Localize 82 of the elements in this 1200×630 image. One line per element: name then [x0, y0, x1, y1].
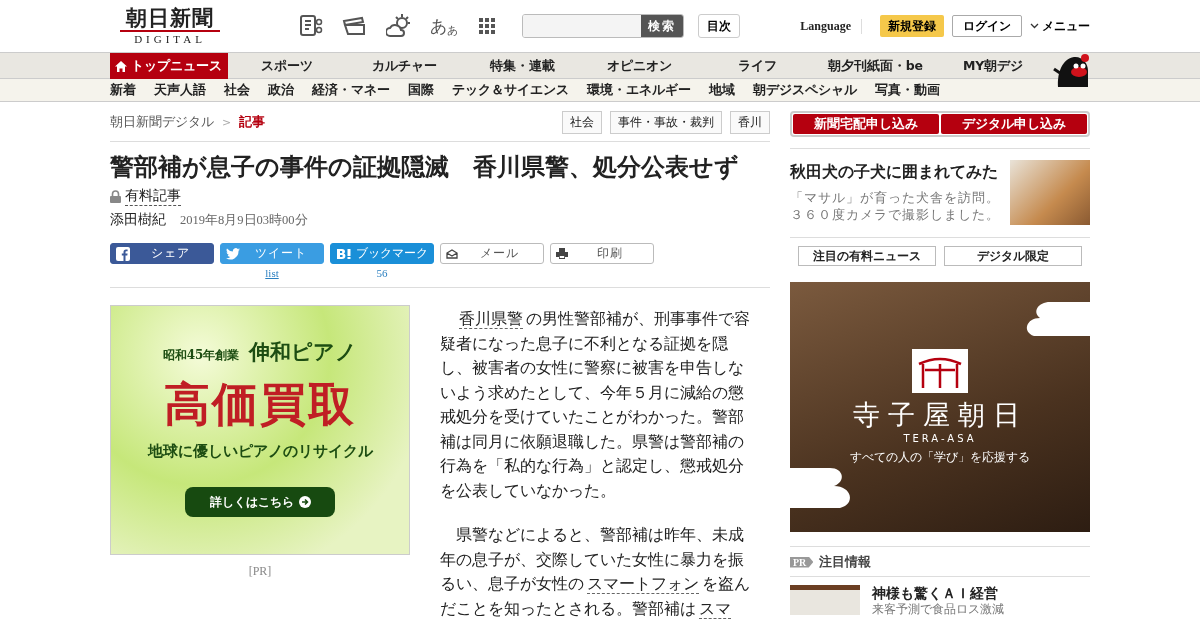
nav-link[interactable]: 新着: [110, 82, 136, 99]
share-button[interactable]: メール: [440, 243, 544, 264]
menu-button[interactable]: メニュー: [1030, 17, 1090, 35]
topic-tag[interactable]: 香川: [730, 111, 770, 134]
arrow-circle-icon: [298, 496, 311, 508]
ad-headline: 高価買取: [164, 376, 356, 433]
nav-tab[interactable]: ライフ: [698, 53, 817, 79]
nav-link[interactable]: 天声人語: [154, 82, 206, 99]
nav-tab[interactable]: 朝夕刊紙面・be: [816, 53, 935, 79]
share-button[interactable]: ブックマーク: [330, 243, 434, 264]
section-title: 注目情報: [819, 553, 872, 571]
pr-item-description: 来客予測で食品ロス激減: [872, 601, 1004, 617]
ad-headline: 寺子屋朝日: [852, 398, 1028, 432]
sidebar-tab[interactable]: 注目の有料ニュース: [798, 246, 936, 266]
feature-description: 「マサル」が育った犬舎を訪問。３６０度カメラで撮影しました。: [790, 189, 1001, 223]
nav-tab[interactable]: オピニオン: [581, 53, 699, 79]
share-button[interactable]: 印刷: [550, 243, 654, 264]
breadcrumb-link[interactable]: 朝日新聞デジタル: [110, 114, 214, 131]
pr-label: [PR]: [248, 564, 272, 579]
breadcrumb-separator: >: [222, 116, 232, 129]
paid-article-link[interactable]: 有料記事: [125, 187, 181, 206]
breadcrumb-link[interactable]: 記事: [239, 114, 266, 131]
article-paragraph: 香川県警 の男性警部補が、刑事事件で容疑者になった息子に不利となる証拠を隠し、被害者の女性に警察に被害を申告しないよう求めたとして、今年５月に減給の懲戒処分を受けていたことがわかった。警部補は同月に依願退職した。県警は警部補の行為を「私的な行為」と認定し、懲戒処分を公表していなかった。: [440, 308, 752, 502]
language-link[interactable]: Language: [800, 18, 862, 34]
weather-icon[interactable]: [386, 13, 412, 39]
keyword-link[interactable]: スマ: [699, 598, 732, 619]
article-title: 警部補が息子の事件の証拠隠滅 香川県警、処分公表せず: [110, 152, 740, 183]
temple-logo-icon: [911, 348, 969, 394]
nav-link[interactable]: 朝デジスペシャル: [753, 82, 857, 99]
ad-tagline: すべての人の「学び」を応援する: [850, 450, 1030, 465]
nav-link[interactable]: 国際: [408, 82, 434, 99]
nav-tab[interactable]: スポーツ: [227, 53, 346, 79]
ad-tagline: 昭和45年創業: [162, 347, 240, 364]
index-button[interactable]: 目次: [698, 14, 740, 38]
ad-subline: 地球に優しいピアノのリサイクル: [147, 442, 373, 461]
bird-icon: [226, 247, 240, 260]
nav-link[interactable]: 社会: [224, 82, 250, 99]
nav-link[interactable]: 政治: [268, 82, 294, 99]
nav-tab[interactable]: トップニュース: [110, 53, 228, 79]
nav-tab[interactable]: MY朝デジ: [934, 53, 1052, 79]
subscribe-button[interactable]: 新聞宅配申し込み: [793, 114, 939, 134]
nav-tab[interactable]: 特集・連載: [463, 53, 581, 79]
login-button[interactable]: ログイン: [952, 15, 1022, 37]
author-name: 添田樹紀: [110, 211, 166, 229]
pr-badge: PR: [790, 556, 814, 568]
site-logo[interactable]: 朝日新聞 DIGITAL: [110, 6, 230, 46]
topic-tag[interactable]: 社会: [562, 111, 602, 134]
font-size-button[interactable]: ああ: [430, 14, 456, 38]
photo-placeholder: [790, 585, 860, 615]
keyword-link[interactable]: スマートフォン: [587, 574, 700, 594]
clipping-icon[interactable]: [298, 13, 324, 39]
printer-icon: [556, 248, 568, 259]
nav-link[interactable]: 経済・マネー: [312, 82, 390, 99]
chevron-icon: [1030, 23, 1039, 29]
facebook-icon: [116, 246, 130, 261]
search-button[interactable]: 検索: [641, 15, 683, 37]
keyword-link[interactable]: 香川県警: [459, 309, 524, 329]
mascot-icon: [1052, 53, 1090, 87]
nav-link[interactable]: 写真・動画: [875, 82, 940, 99]
publish-date: 2019年8月9日03時00分: [180, 212, 308, 229]
ad-button[interactable]: 詳しくはこちら: [185, 487, 335, 517]
register-button[interactable]: 新規登録: [880, 15, 944, 37]
feature-title[interactable]: 秋田犬の子犬に囲まれてみた: [790, 162, 1002, 183]
sidebar-tab[interactable]: デジタル限定: [944, 246, 1082, 266]
nav-link[interactable]: 地域: [709, 82, 735, 99]
nav-link[interactable]: テック＆サイエンス: [452, 82, 569, 99]
article-paragraph: 県警などによると、警部補は昨年、未成年の息子が、交際していた女性に暴力を振るい、息子が女性の スマートフォン を盗んだことを知ったとされる。警部補は スマ: [440, 524, 752, 621]
lock-icon: [110, 190, 121, 203]
hatena-icon: [336, 247, 352, 260]
subscribe-button[interactable]: デジタル申し込み: [941, 114, 1087, 134]
nav-tab[interactable]: カルチャー: [345, 53, 464, 79]
share-count[interactable]: 56: [376, 267, 388, 279]
ad-brand: 伸和ピアノ: [249, 338, 358, 366]
topic-tag[interactable]: 事件・事故・裁判: [610, 111, 722, 134]
pr-item-title[interactable]: 神様も驚くＡＩ経営: [872, 585, 1004, 601]
share-button[interactable]: シェア: [110, 243, 214, 264]
mail-icon: [446, 248, 458, 259]
share-count[interactable]: list: [265, 267, 279, 279]
home-icon: [115, 60, 128, 72]
search-field[interactable]: 検索: [522, 14, 684, 38]
nav-link[interactable]: 環境・エネルギー: [587, 82, 691, 99]
ad-subline: TERA-ASA: [903, 433, 977, 444]
